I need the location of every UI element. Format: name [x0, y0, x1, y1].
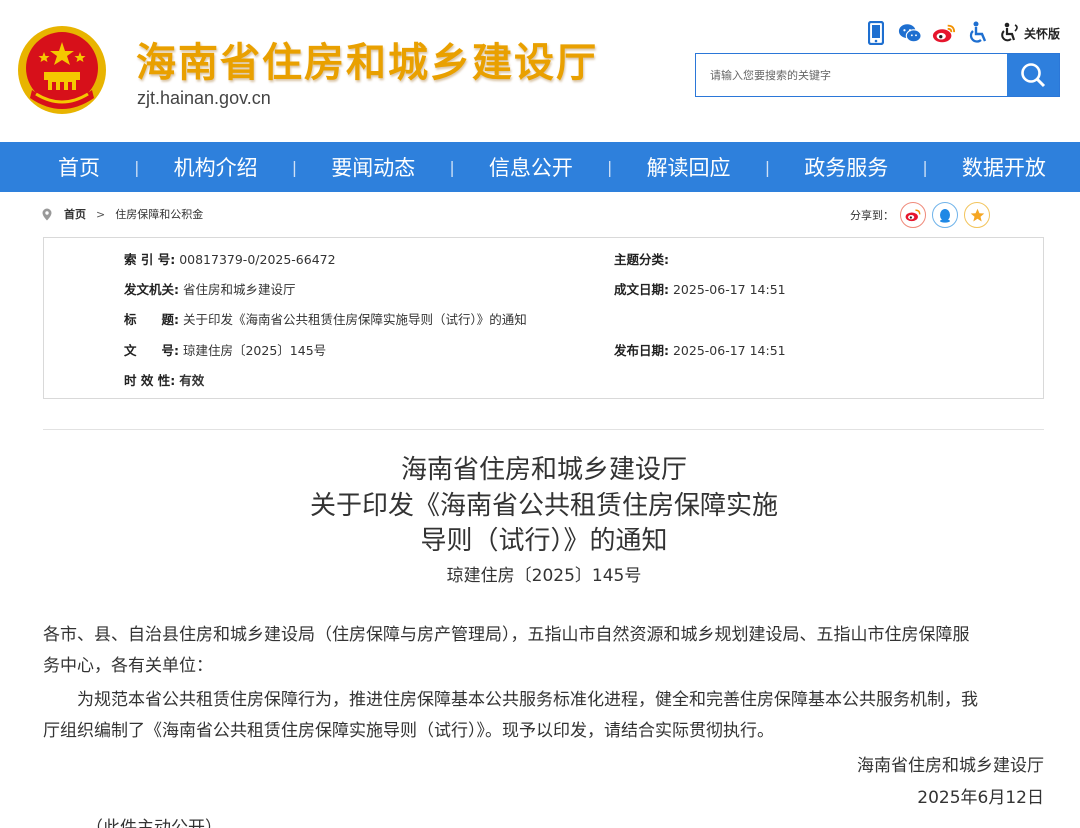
info-created-row: 成文日期: 2025-06-17 14:51 [614, 279, 786, 298]
info-label: 发布日期: [614, 343, 669, 358]
nav-open-data[interactable]: 数据开放 [962, 152, 1046, 182]
article-title-line: 关于印发《海南省公共租赁住房保障实施 [309, 491, 778, 521]
nav-home[interactable]: 首页 [58, 152, 100, 182]
header-tools: 关怀版 [864, 20, 1060, 46]
nav-separator: | [764, 157, 771, 177]
info-validity-row: 时 效 性: 有效 [124, 370, 204, 389]
nav-disclosure[interactable]: 信息公开 [489, 152, 573, 182]
nav-separator: | [607, 157, 613, 177]
info-docno-row: 文 号: 琼建住房〔2025〕145号 [124, 340, 326, 359]
article-paragraph: 为规范本省公共租赁住房保障行为，推进住房保障基本公共服务标准化进程，健全和完善住… [43, 685, 1046, 747]
chevron-right-icon: > [96, 207, 106, 221]
search-input[interactable] [696, 54, 1007, 96]
info-value: 琼建住房〔2025〕145号 [182, 343, 327, 358]
info-label: 发文机关: [124, 282, 179, 297]
info-label: 成文日期: [614, 282, 669, 297]
article-paragraph: 各市、县、自治县住房和城乡建设局（住房保障与房产管理局），五指山市自然资源和城乡… [43, 620, 1046, 682]
share-qzone-button[interactable] [964, 202, 990, 228]
info-value: 00817379-0/2025-66472 [179, 252, 336, 267]
share-label: 分享到： [850, 209, 894, 222]
location-pin-icon [42, 208, 52, 220]
paragraph-line: 务中心，各有关单位： [43, 656, 213, 676]
info-value: 关于印发《海南省公共租赁住房保障实施导则（试行）》的通知 [182, 312, 527, 327]
nav-separator: | [922, 157, 928, 177]
share-qq-button[interactable] [932, 202, 958, 228]
nav-news[interactable]: 要闻动态 [331, 152, 415, 182]
nav-about[interactable]: 机构介绍 [174, 152, 258, 182]
info-label: 标 题: [124, 312, 179, 327]
elder-care-icon [1001, 22, 1018, 42]
breadcrumb-home[interactable]: 首页 [64, 206, 86, 222]
nav-separator: | [449, 157, 455, 177]
article-title-line: 海南省住房和城乡建设厅 [400, 455, 687, 485]
site-header: 海南省住房和城乡建设厅 zjt.hainan.gov.cn 关怀版 [0, 0, 1080, 142]
nav-interpretation[interactable]: 解读回应 [647, 152, 731, 182]
share-weibo-button[interactable] [900, 202, 926, 228]
info-value: 2025-06-17 14:51 [672, 343, 786, 358]
site-name: 海南省住房和城乡建设厅 [136, 40, 598, 86]
article-doc-number: 琼建住房〔2025〕145号 [446, 566, 642, 586]
info-label: 主题分类: [614, 252, 669, 267]
weibo-icon [905, 209, 921, 222]
info-label: 文 号: [124, 343, 179, 358]
wechat-icon[interactable] [898, 21, 922, 45]
info-published-row: 发布日期: 2025-06-17 14:51 [614, 340, 786, 359]
article-footnote: （此件主动公开） [86, 818, 222, 828]
search-box [695, 53, 1060, 97]
info-topic-row: 主题分类: [614, 249, 669, 268]
info-label: 索 引 号: [124, 252, 176, 267]
site-domain: zjt.hainan.gov.cn [137, 88, 271, 108]
info-issuer-row: 发文机关: 省住房和城乡建设厅 [124, 279, 296, 298]
national-emblem-icon [18, 26, 106, 114]
breadcrumb-current[interactable]: 住房保障和公积金 [115, 206, 203, 222]
share-bar: 分享到： [850, 202, 990, 228]
qq-icon [940, 208, 950, 223]
care-mode-button[interactable]: 关怀版 [1000, 22, 1060, 44]
info-value: 2025-06-17 14:51 [672, 282, 786, 297]
star-icon [970, 208, 984, 221]
info-title-row: 标 题: 关于印发《海南省公共租赁住房保障实施导则（试行）》的通知 [124, 309, 527, 328]
search-button[interactable] [1007, 54, 1059, 96]
mobile-icon[interactable] [864, 21, 888, 45]
main-nav: 首页 | 机构介绍 | 要闻动态 | 信息公开 | 解读回应 | 政务服务 | … [0, 142, 1080, 192]
article-signer: 海南省住房和城乡建设厅 [857, 756, 1044, 776]
article-title-line: 导则（试行）》的通知 [420, 526, 668, 556]
info-value: 省住房和城乡建设厅 [182, 282, 296, 297]
weibo-icon[interactable] [932, 21, 956, 45]
paragraph-line: 各市、县、自治县住房和城乡建设局（住房保障与房产管理局），五指山市自然资源和城乡… [43, 625, 970, 645]
paragraph-line: 为规范本省公共租赁住房保障行为，推进住房保障基本公共服务标准化进程，健全和完善住… [43, 690, 978, 710]
accessibility-icon[interactable] [966, 21, 990, 45]
info-value: 有效 [179, 373, 205, 388]
search-icon [1021, 63, 1046, 88]
divider [43, 429, 1044, 430]
breadcrumb: 首页 > 住房保障和公积金 [42, 203, 203, 225]
nav-services[interactable]: 政务服务 [804, 152, 888, 182]
document-info-table: 索 引 号: 00817379-0/2025-66472 主题分类: 发文机关:… [43, 237, 1044, 399]
article-sign-date: 2025年6月12日 [917, 788, 1044, 808]
paragraph-line: 厅组织编制了《海南省公共租赁住房保障实施导则（试行）》。现予以印发，请结合实际贯… [43, 721, 774, 741]
care-mode-label: 关怀版 [1023, 26, 1060, 41]
nav-separator: | [291, 157, 298, 177]
info-label: 时 效 性: [124, 373, 176, 388]
info-index-row: 索 引 号: 00817379-0/2025-66472 [124, 249, 336, 268]
nav-separator: | [134, 157, 140, 177]
